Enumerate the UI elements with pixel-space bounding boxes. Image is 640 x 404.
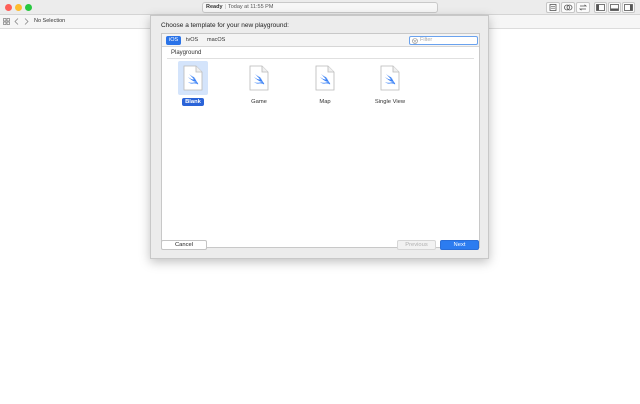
related-items-grid-icon[interactable] — [3, 18, 10, 25]
filter-placeholder: Filter — [420, 37, 433, 43]
sheet-title: Choose a template for your new playgroun… — [161, 22, 289, 29]
platform-bar: iOS tvOS macOS Filter — [162, 34, 479, 47]
back-chevron-icon[interactable] — [14, 18, 19, 25]
activity-status: Ready — [206, 4, 223, 10]
previous-button[interactable]: Previous — [397, 240, 436, 250]
template-map[interactable]: Map — [300, 61, 350, 121]
debug-area-panel-icon — [610, 4, 619, 11]
cancel-button[interactable]: Cancel — [161, 240, 207, 250]
section-divider — [167, 58, 474, 59]
assistant-editor-icon — [564, 4, 573, 11]
platform-tab-ios[interactable]: iOS — [166, 36, 182, 45]
template-label: Game — [251, 99, 267, 105]
template-chooser-sheet: Choose a template for your new playgroun… — [150, 15, 489, 259]
template-label: Map — [319, 99, 331, 105]
toggle-utilities-button[interactable] — [622, 2, 635, 13]
assistant-editor-button[interactable] — [561, 2, 575, 13]
template-blank[interactable]: Blank — [168, 61, 218, 121]
version-editor-icon — [578, 4, 588, 11]
platform-tab-tvos[interactable]: tvOS — [183, 36, 201, 45]
swift-file-icon — [183, 65, 203, 91]
swift-file-icon — [249, 65, 269, 91]
version-editor-button[interactable] — [576, 2, 590, 13]
zoom-window-button[interactable] — [25, 4, 32, 11]
standard-editor-button[interactable] — [546, 2, 560, 13]
filter-field[interactable]: Filter — [409, 36, 478, 45]
navigator-panel-icon — [596, 4, 605, 11]
close-window-button[interactable] — [5, 4, 12, 11]
selection-status: No Selection — [34, 18, 66, 24]
utilities-panel-icon — [624, 4, 633, 11]
toggle-debug-area-button[interactable] — [608, 2, 621, 13]
swift-file-icon — [315, 65, 335, 91]
template-label: Single View — [374, 99, 406, 105]
template-game[interactable]: Game — [234, 61, 284, 121]
template-pane: iOS tvOS macOS Filter Playground Blank G… — [161, 33, 480, 248]
section-heading: Playground — [171, 50, 202, 56]
toggle-navigator-button[interactable] — [594, 2, 607, 13]
standard-editor-icon — [549, 4, 557, 11]
activity-separator: | — [224, 4, 226, 10]
template-label: Blank — [168, 98, 218, 106]
filter-icon — [412, 38, 418, 44]
platform-tab-macos[interactable]: macOS — [204, 36, 228, 45]
template-single-view[interactable]: Single View — [365, 61, 415, 121]
forward-chevron-icon[interactable] — [24, 18, 29, 25]
next-button[interactable]: Next — [440, 240, 479, 250]
minimize-window-button[interactable] — [15, 4, 22, 11]
activity-viewer: Ready | Today at 11:55 PM — [202, 2, 438, 13]
swift-file-icon — [380, 65, 400, 91]
window-titlebar: Ready | Today at 11:55 PM — [0, 0, 640, 15]
activity-timestamp: Today at 11:55 PM — [227, 4, 274, 10]
